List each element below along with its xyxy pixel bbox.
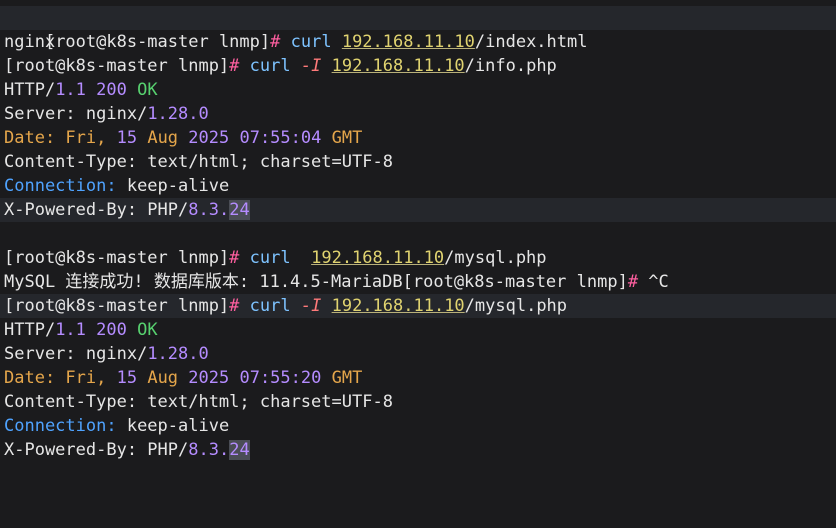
mysql-output: MySQL 连接成功! 数据库版本: 11.4.5-MariaDB <box>4 272 403 292</box>
url-host: 192.168.11.10 <box>331 296 465 316</box>
date-month: Aug <box>137 368 189 388</box>
shell-prompt: [root@k8s-master lnmp] <box>4 296 230 316</box>
http-protocol: HTTP/ <box>4 320 56 340</box>
header-key: X-Powered-By: <box>4 200 138 220</box>
http-version: 1.1 <box>55 80 86 100</box>
header-value: keep-alive <box>116 176 230 196</box>
content-type-header: Content-Type: text/html; charset=UTF-8 <box>0 150 836 174</box>
date-time: 07:55:04 <box>229 128 332 148</box>
shell-prompt: [root@k8s-master lnmp] <box>4 56 230 76</box>
http-status-line: HTTP/1.1 200 OK <box>0 318 836 342</box>
header-key: Server: <box>4 344 76 364</box>
command-name: curl <box>249 296 291 316</box>
url-path: /mysql.php <box>444 248 547 268</box>
http-version: 1.1 <box>55 320 86 340</box>
header-text: Content-Type: text/html; charset=UTF-8 <box>4 152 393 172</box>
server-version: 1.28.0 <box>147 344 209 364</box>
url-path: /info.php <box>464 56 557 76</box>
command-line: [root@k8s-master lnmp]# curl 192.168.11.… <box>0 246 836 270</box>
shell-prompt: [root@k8s-master lnmp] <box>44 32 271 52</box>
content-type-header: Content-Type: text/html; charset=UTF-8 <box>0 390 836 414</box>
header-value: nginx/ <box>75 344 148 364</box>
command-flag: -I <box>300 56 322 76</box>
date-number: 15 <box>116 128 138 148</box>
prompt-hash: # <box>229 248 240 268</box>
url-host: 192.168.11.10 <box>331 56 465 76</box>
command-flag: -I <box>300 296 322 316</box>
output-line: MySQL 连接成功! 数据库版本: 11.4.5-MariaDB[root@k… <box>0 270 836 294</box>
date-number: 15 <box>116 368 138 388</box>
prompt-hash: # <box>270 32 281 52</box>
http-status-line: HTTP/1.1 200 OK <box>0 78 836 102</box>
header-key: X-Powered-By: <box>4 440 138 460</box>
command-line: [root@k8s-master lnmp]# curl 192.168.11.… <box>0 6 836 52</box>
connection-header: Connection: keep-alive <box>0 174 836 198</box>
shell-prompt: [root@k8s-master lnmp] <box>402 272 628 292</box>
command-name: curl <box>290 32 332 52</box>
date-year: 2025 <box>188 128 230 148</box>
date-header: Date: Fri, 15 Aug 2025 07:55:04 GMT <box>0 126 836 150</box>
x-powered-by-header: X-Powered-By: PHP/8.3.24 <box>0 438 836 462</box>
shell-prompt: [root@k8s-master lnmp] <box>4 248 230 268</box>
interrupt-signal: ^C <box>638 272 669 292</box>
url-host: 192.168.11.10 <box>341 32 475 52</box>
header-value: PHP/ <box>137 200 189 220</box>
prompt-hash: # <box>229 296 240 316</box>
url-path: /index.html <box>474 32 588 52</box>
command-name: curl <box>249 56 291 76</box>
http-status-code: 200 <box>96 80 127 100</box>
header-text: Content-Type: text/html; charset=UTF-8 <box>4 392 393 412</box>
date-header: Date: Fri, 15 Aug 2025 07:55:20 GMT <box>0 366 836 390</box>
header-key: Date: <box>4 368 56 388</box>
http-protocol: HTTP/ <box>4 80 56 100</box>
prompt-hash: # <box>627 272 639 292</box>
date-time: 07:55:20 <box>229 368 332 388</box>
connection-header: Connection: keep-alive <box>0 414 836 438</box>
terminal-window[interactable]: [root@k8s-master lnmp]# curl 192.168.11.… <box>0 0 836 528</box>
server-header: Server: nginx/1.28.0 <box>0 102 836 126</box>
header-value: keep-alive <box>116 416 230 436</box>
http-status-code: 200 <box>96 320 127 340</box>
command-line: [root@k8s-master lnmp]# curl -I 192.168.… <box>0 54 836 78</box>
header-value: PHP/ <box>137 440 189 460</box>
command-name: curl <box>249 248 291 268</box>
date-day: Fri, <box>55 128 117 148</box>
header-key: Connection: <box>4 176 117 196</box>
date-day: Fri, <box>55 368 117 388</box>
date-timezone: GMT <box>331 128 363 148</box>
http-status-text: OK <box>137 320 158 340</box>
output-text: nginx <box>4 32 56 52</box>
php-version: 8.3. <box>188 440 230 460</box>
url-host: 192.168.11.10 <box>311 248 445 268</box>
header-key: Connection: <box>4 416 117 436</box>
php-version: 8.3. <box>188 200 230 220</box>
header-key: Server: <box>4 104 76 124</box>
x-powered-by-header: X-Powered-By: PHP/8.3.24 <box>0 198 836 222</box>
server-header: Server: nginx/1.28.0 <box>0 342 836 366</box>
date-timezone: GMT <box>331 368 363 388</box>
prompt-hash: # <box>229 56 240 76</box>
text-cursor: 24 <box>229 200 250 220</box>
command-line: [root@k8s-master lnmp]# curl -I 192.168.… <box>0 294 836 318</box>
text-cursor: 24 <box>229 440 250 460</box>
header-key: Date: <box>4 128 56 148</box>
server-version: 1.28.0 <box>147 104 209 124</box>
http-status-text: OK <box>137 80 158 100</box>
header-value: nginx/ <box>75 104 148 124</box>
url-path: /mysql.php <box>464 296 568 316</box>
date-month: Aug <box>137 128 189 148</box>
date-year: 2025 <box>188 368 230 388</box>
